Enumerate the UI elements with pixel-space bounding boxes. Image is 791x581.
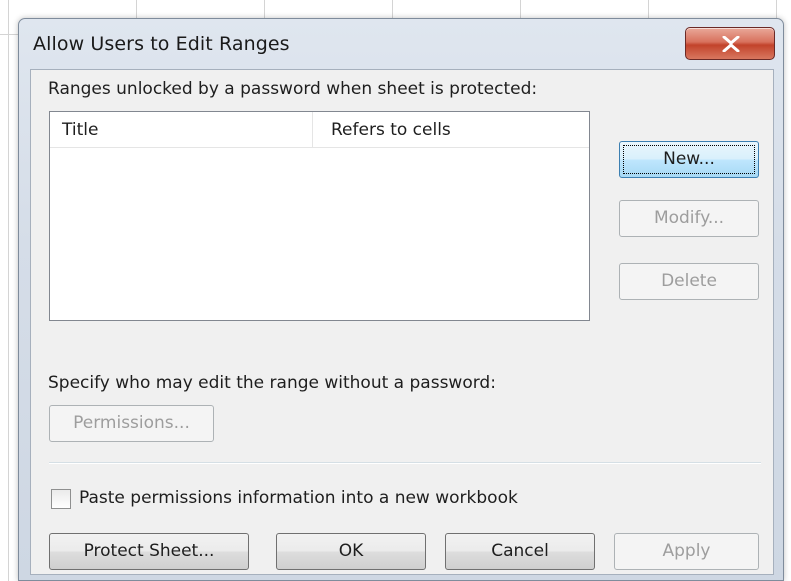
grid-line	[776, 0, 777, 18]
grid-line	[648, 0, 649, 18]
dialog-title: Allow Users to Edit Ranges	[33, 33, 290, 55]
close-button[interactable]	[685, 27, 775, 60]
grid-line	[8, 0, 9, 581]
grid-line	[520, 0, 521, 18]
protect-sheet-button[interactable]: Protect Sheet...	[49, 533, 249, 570]
delete-button-label: Delete	[661, 271, 717, 291]
permissions-button-label: Permissions...	[73, 413, 190, 433]
apply-button-label: Apply	[662, 541, 711, 561]
column-header-title[interactable]: Title	[50, 112, 313, 148]
cancel-button[interactable]: Cancel	[445, 533, 595, 570]
permissions-label: Specify who may edit the range without a…	[48, 373, 496, 393]
dialog-content: Ranges unlocked by a password when sheet…	[30, 69, 774, 575]
new-button[interactable]: New...	[619, 141, 759, 178]
paste-permissions-checkbox[interactable]	[51, 489, 71, 509]
protect-sheet-button-label: Protect Sheet...	[83, 541, 215, 561]
grid-line	[136, 0, 137, 18]
ok-button-label: OK	[338, 541, 364, 561]
permissions-button[interactable]: Permissions...	[49, 405, 214, 442]
modify-button-label: Modify...	[653, 208, 725, 228]
title-bar[interactable]: Allow Users to Edit Ranges	[19, 19, 783, 69]
allow-users-edit-ranges-dialog: Allow Users to Edit Ranges Ranges unlock…	[18, 18, 784, 581]
list-header: Title Refers to cells	[50, 112, 589, 148]
separator	[49, 462, 761, 464]
ranges-list[interactable]: Title Refers to cells	[49, 111, 590, 321]
ranges-label: Ranges unlocked by a password when sheet…	[48, 79, 538, 99]
column-header-refers-to-cells[interactable]: Refers to cells	[313, 112, 591, 148]
modify-button[interactable]: Modify...	[619, 200, 759, 237]
focus-ring	[623, 145, 755, 174]
close-icon	[722, 36, 740, 52]
cancel-button-label: Cancel	[491, 541, 549, 561]
grid-line	[392, 0, 393, 18]
apply-button[interactable]: Apply	[614, 533, 759, 570]
delete-button[interactable]: Delete	[619, 263, 759, 300]
grid-line	[0, 34, 18, 35]
paste-permissions-label[interactable]: Paste permissions information into a new…	[79, 488, 518, 508]
ok-button[interactable]: OK	[276, 533, 426, 570]
grid-line	[264, 0, 265, 18]
